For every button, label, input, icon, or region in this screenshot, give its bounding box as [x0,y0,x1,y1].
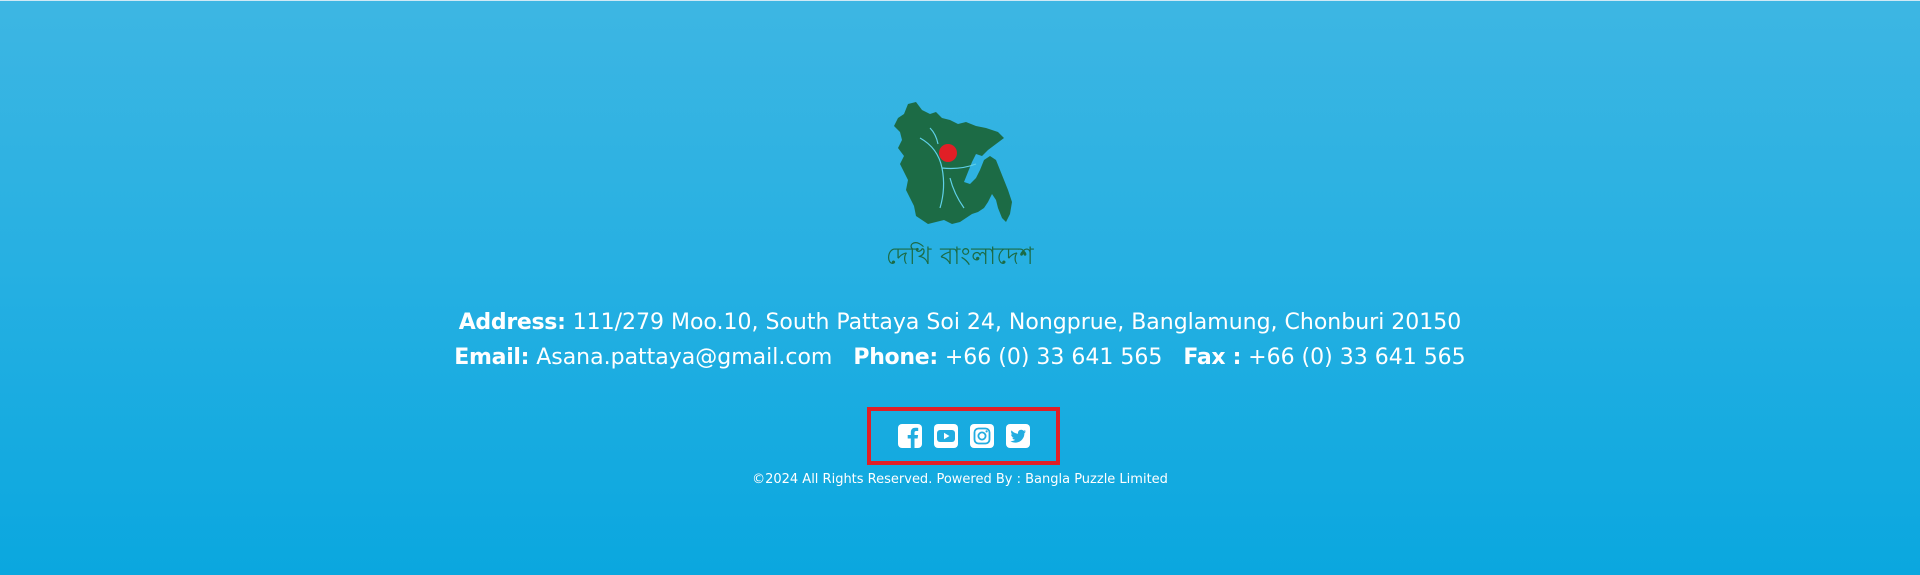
email-value[interactable]: Asana.pattaya@gmail.com [536,345,832,370]
bangladesh-map-icon [894,102,1012,224]
twitter-icon [1005,424,1030,448]
phone-value[interactable]: +66 (0) 33 641 565 [945,345,1163,370]
fax-label: Fax : [1183,345,1242,370]
youtube-icon [933,424,958,448]
twitter-link[interactable] [1005,423,1031,449]
social-links [867,407,1060,465]
copyright-text: ©2024 All Rights Reserved. Powered By : … [752,472,1168,487]
facebook-icon [897,424,922,448]
address-line: Address: 111/279 Moo.10, South Pattaya S… [0,309,1920,337]
site-logo[interactable]: দেখি বাংলাদেশ [880,98,1040,278]
youtube-link[interactable] [933,423,959,449]
instagram-icon [969,424,994,448]
logo-text: দেখি বাংলাদেশ [885,242,1035,270]
site-footer: দেখি বাংলাদেশ Address: 111/279 Moo.10, S… [0,0,1920,575]
fax-value: +66 (0) 33 641 565 [1248,345,1466,370]
facebook-link[interactable] [897,423,923,449]
address-label: Address: [458,310,566,335]
phone-label: Phone: [853,345,938,370]
instagram-link[interactable] [969,423,995,449]
contact-line: Email: Asana.pattaya@gmail.com Phone: +6… [0,344,1920,372]
address-value: 111/279 Moo.10, South Pattaya Soi 24, No… [572,310,1462,335]
email-label: Email: [454,345,530,370]
